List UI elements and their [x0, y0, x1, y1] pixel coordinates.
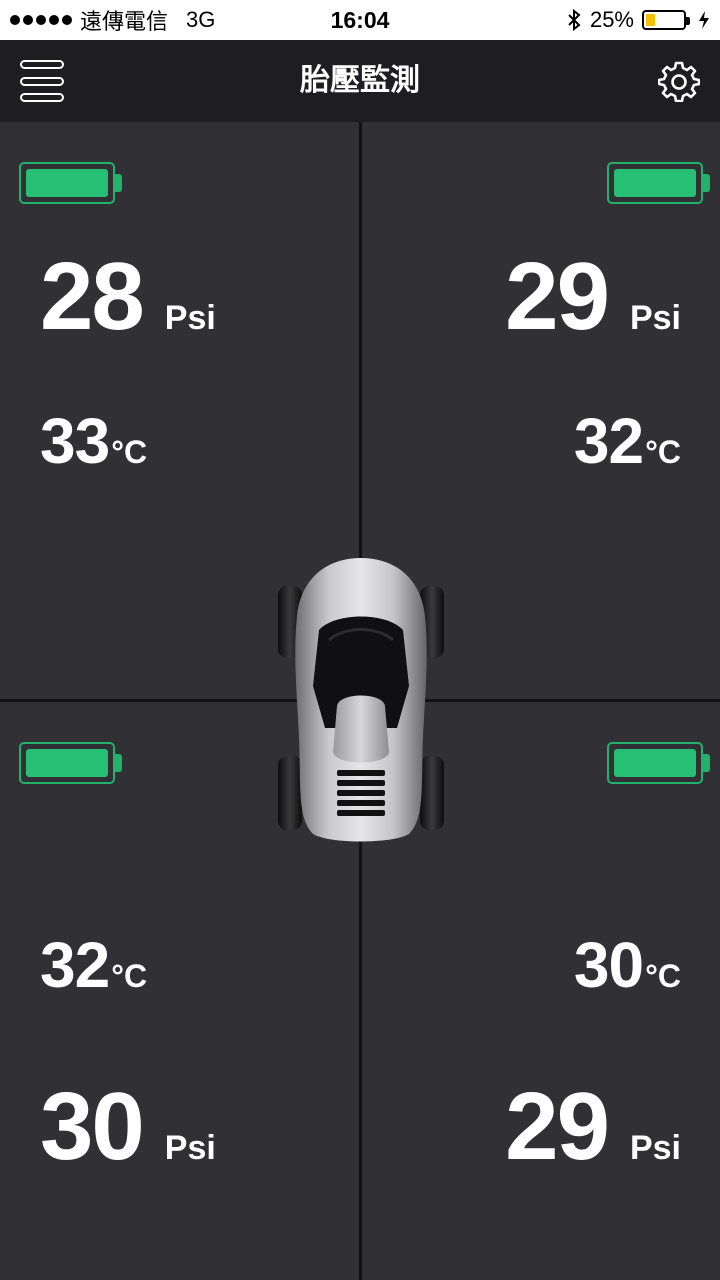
pressure-value: 29	[505, 1073, 610, 1180]
pressure-value: 29	[505, 243, 610, 350]
sensor-battery-icon	[19, 742, 122, 784]
phone-battery-icon	[642, 10, 690, 30]
pressure-value: 30	[40, 1073, 145, 1180]
signal-strength-icon	[10, 15, 72, 25]
pressure-reading: 29 Psi	[505, 242, 681, 352]
phone-battery-fill	[646, 14, 655, 26]
temperature-reading: 32 °C	[40, 928, 147, 1002]
gear-icon[interactable]	[658, 60, 700, 102]
sensor-battery-icon	[607, 162, 710, 204]
sensor-battery-fill	[614, 169, 696, 197]
status-bar: 遠傳電信 3G 16:04 25%	[0, 0, 720, 40]
wheel-rear-left	[278, 756, 302, 830]
pressure-reading: 30 Psi	[40, 1072, 216, 1182]
status-right: 25%	[566, 0, 710, 40]
pressure-unit: Psi	[629, 299, 681, 337]
temperature-unit: °C	[645, 434, 681, 470]
pressure-reading: 28 Psi	[40, 242, 216, 352]
page-title: 胎壓監測	[300, 64, 420, 97]
pressure-value: 28	[40, 243, 145, 350]
battery-percent: 25%	[589, 7, 634, 32]
network-type: 3G	[186, 7, 216, 32]
status-left: 遠傳電信 3G	[10, 0, 215, 40]
temperature-unit: °C	[111, 958, 148, 994]
temperature-unit: °C	[645, 958, 681, 994]
pressure-unit: Psi	[164, 299, 216, 337]
bluetooth-icon	[568, 8, 581, 32]
pressure-unit: Psi	[164, 1129, 216, 1167]
charging-bolt-icon	[699, 11, 709, 29]
carrier-name: 遠傳電信	[80, 9, 169, 34]
temperature-reading: 32 °C	[574, 404, 681, 478]
temperature-value: 32	[573, 405, 644, 477]
temperature-value: 33	[40, 405, 110, 477]
sensor-battery-fill	[614, 749, 696, 777]
sensor-battery-icon	[607, 742, 710, 784]
car-roof	[333, 695, 389, 763]
sensor-battery-fill	[26, 169, 108, 197]
hamburger-menu-icon	[20, 60, 64, 69]
nav-bar: 胎壓監測	[0, 40, 720, 122]
sensor-battery-fill	[26, 749, 108, 777]
sensor-battery-icon	[19, 162, 122, 204]
temperature-unit: °C	[111, 434, 148, 470]
wheel-rear-right	[420, 756, 444, 830]
temperature-value: 32	[40, 929, 110, 1001]
temperature-reading: 30 °C	[574, 928, 681, 1002]
pressure-reading: 29 Psi	[505, 1072, 681, 1182]
temperature-value: 30	[573, 929, 644, 1001]
menu-button[interactable]	[20, 60, 64, 102]
pressure-unit: Psi	[629, 1129, 681, 1167]
car-top-view-icon	[278, 558, 444, 842]
temperature-reading: 33 °C	[40, 404, 147, 478]
